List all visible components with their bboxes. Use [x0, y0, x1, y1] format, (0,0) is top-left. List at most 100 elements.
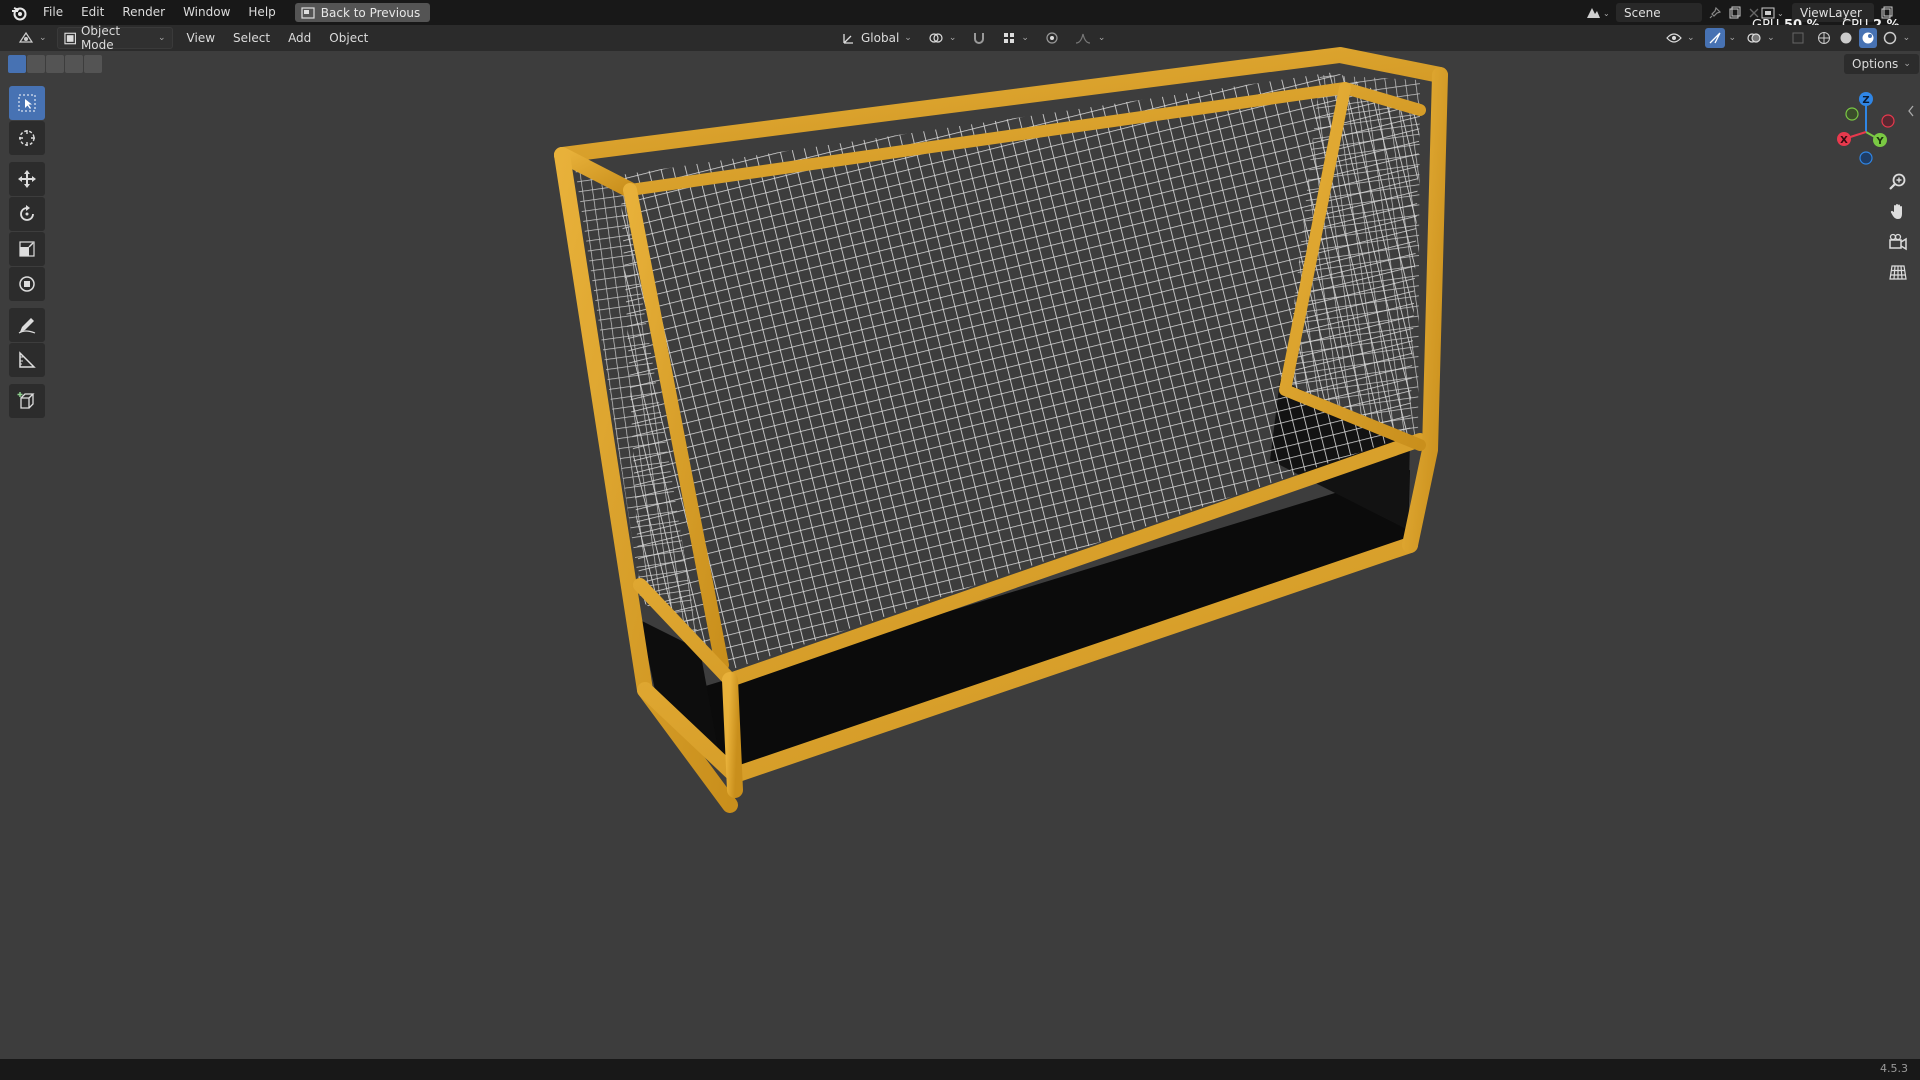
overlays-icon	[1747, 33, 1761, 43]
cursor-icon	[19, 130, 35, 146]
sidebar-expand-icon[interactable]	[1906, 104, 1916, 118]
svg-text:⌄: ⌄	[1777, 9, 1784, 18]
header-menu-select[interactable]: Select	[227, 28, 276, 48]
back-to-previous-button[interactable]: Back to Previous	[294, 3, 431, 22]
pivot-icon	[929, 33, 943, 43]
fullscreen-exit-icon	[301, 6, 315, 19]
object-mode-dropdown[interactable]: Object Mode ⌄	[56, 24, 173, 52]
delete-scene-icon[interactable]	[1748, 7, 1760, 19]
tool-scale[interactable]	[9, 232, 45, 266]
y-axis-label: Y	[1875, 136, 1884, 147]
scene-name-field[interactable]: Scene	[1616, 3, 1702, 22]
chevron-down-icon: ⌄	[39, 33, 47, 43]
pin-icon[interactable]	[1708, 6, 1722, 20]
transform-icon	[19, 276, 35, 292]
chevron-down-icon[interactable]: ⌄	[1729, 33, 1737, 43]
tool-cursor[interactable]	[9, 121, 45, 155]
shading-wireframe-button[interactable]	[1815, 28, 1833, 48]
scene-icon[interactable]: ⌄	[1584, 5, 1610, 21]
chevron-down-icon: ⌄	[1903, 59, 1911, 69]
viewport-display-controls: ⌄ ⌄ ⌄ ⌄	[1660, 28, 1910, 48]
select-new-button[interactable]	[8, 55, 26, 73]
menu-help[interactable]: Help	[239, 0, 284, 25]
select-subtract-button[interactable]	[46, 55, 64, 73]
tool-move[interactable]	[9, 162, 45, 196]
shading-material-button[interactable]	[1858, 28, 1877, 48]
material-preview-icon	[1862, 32, 1874, 44]
select-box-icon	[18, 94, 36, 112]
3d-viewport-icon	[18, 31, 34, 43]
scene-selector: ⌄ Scene	[1584, 3, 1760, 22]
orientation-label: Global	[861, 31, 900, 45]
menu-edit[interactable]: Edit	[72, 0, 113, 25]
menu-file[interactable]: File	[34, 0, 72, 25]
camera-icon	[1889, 233, 1907, 251]
blender-logo-icon[interactable]	[10, 4, 28, 22]
xray-toggle[interactable]	[1785, 28, 1811, 48]
header-menu-view[interactable]: View	[181, 28, 221, 48]
tool-annotate[interactable]	[9, 308, 45, 342]
select-extend-button[interactable]	[27, 55, 45, 73]
tool-transform[interactable]	[9, 267, 45, 301]
overlays-toggle[interactable]: ⌄	[1740, 28, 1781, 48]
chevron-down-icon: ⌄	[948, 33, 957, 43]
menu-render[interactable]: Render	[113, 0, 174, 25]
top-menu-bar: File Edit Render Window Help Back to Pre…	[0, 0, 1920, 25]
move-icon	[18, 170, 36, 188]
add-cube-icon	[17, 392, 35, 409]
header-menu-object[interactable]: Object	[323, 28, 374, 48]
chevron-down-icon: ⌄	[158, 33, 166, 43]
gizmo-toggle[interactable]	[1704, 28, 1725, 48]
blender-version: 4.5.3	[1880, 1062, 1908, 1075]
visibility-dropdown[interactable]: ⌄	[1660, 28, 1701, 48]
chevron-down-icon: ⌄	[904, 33, 912, 43]
gizmo-icon	[1709, 32, 1721, 44]
tool-select-box[interactable]	[9, 86, 45, 120]
select-invert-button[interactable]	[65, 55, 83, 73]
viewport-options-dropdown[interactable]: Options ⌄	[1844, 54, 1919, 74]
navigation-gizmo[interactable]: Z Y X	[1816, 86, 1916, 172]
measure-ruler-icon	[19, 351, 36, 368]
chevron-down-icon: ⌄	[1097, 33, 1106, 43]
svg-text:⌄: ⌄	[1603, 9, 1610, 18]
mode-label: Object Mode	[80, 24, 121, 52]
rendered-shading-icon	[1883, 31, 1896, 45]
tool-add-cube[interactable]	[9, 384, 45, 418]
x-axis-label: X	[1840, 135, 1848, 146]
orientation-icon	[843, 34, 853, 44]
chevron-down-icon: ⌄	[1021, 33, 1029, 43]
z-axis-label: Z	[1862, 95, 1869, 106]
shading-solid-button[interactable]	[1837, 28, 1855, 48]
chevron-down-icon[interactable]: ⌄	[1903, 33, 1911, 43]
camera-view-button[interactable]	[1884, 228, 1912, 256]
zoom-button[interactable]	[1884, 168, 1912, 196]
shading-rendered-button[interactable]	[1881, 28, 1899, 48]
falloff-curve-icon	[1075, 33, 1090, 44]
hand-pan-icon	[1890, 204, 1902, 219]
tool-shelf	[9, 86, 47, 419]
chevron-down-icon: ⌄	[1767, 33, 1775, 43]
tool-rotate[interactable]	[9, 197, 45, 231]
pan-button[interactable]	[1884, 198, 1912, 226]
neg-z-handle[interactable]	[1859, 151, 1873, 165]
goal-net-model[interactable]	[540, 45, 1460, 835]
magnet-icon	[974, 33, 985, 44]
back-to-previous-label: Back to Previous	[320, 5, 421, 20]
header-menu-add[interactable]: Add	[282, 28, 317, 48]
new-scene-icon[interactable]	[1728, 6, 1742, 20]
options-label: Options	[1852, 57, 1899, 71]
menu-window[interactable]: Window	[174, 0, 239, 25]
eye-icon	[1666, 33, 1682, 43]
neg-y-handle[interactable]	[1845, 107, 1859, 121]
wireframe-shading-icon	[1817, 32, 1830, 44]
neg-x-handle[interactable]	[1881, 114, 1895, 128]
tool-measure[interactable]	[9, 343, 45, 377]
selection-mode-buttons	[8, 55, 102, 73]
xray-icon	[1792, 32, 1804, 44]
zoom-magnifier-icon	[1889, 173, 1906, 190]
toggle-perspective-button[interactable]	[1884, 258, 1912, 286]
proportional-edit-icon	[1046, 32, 1058, 44]
rotate-icon	[20, 205, 34, 221]
select-intersect-button[interactable]	[84, 55, 102, 73]
editor-type-button[interactable]: ⌄	[12, 28, 53, 48]
